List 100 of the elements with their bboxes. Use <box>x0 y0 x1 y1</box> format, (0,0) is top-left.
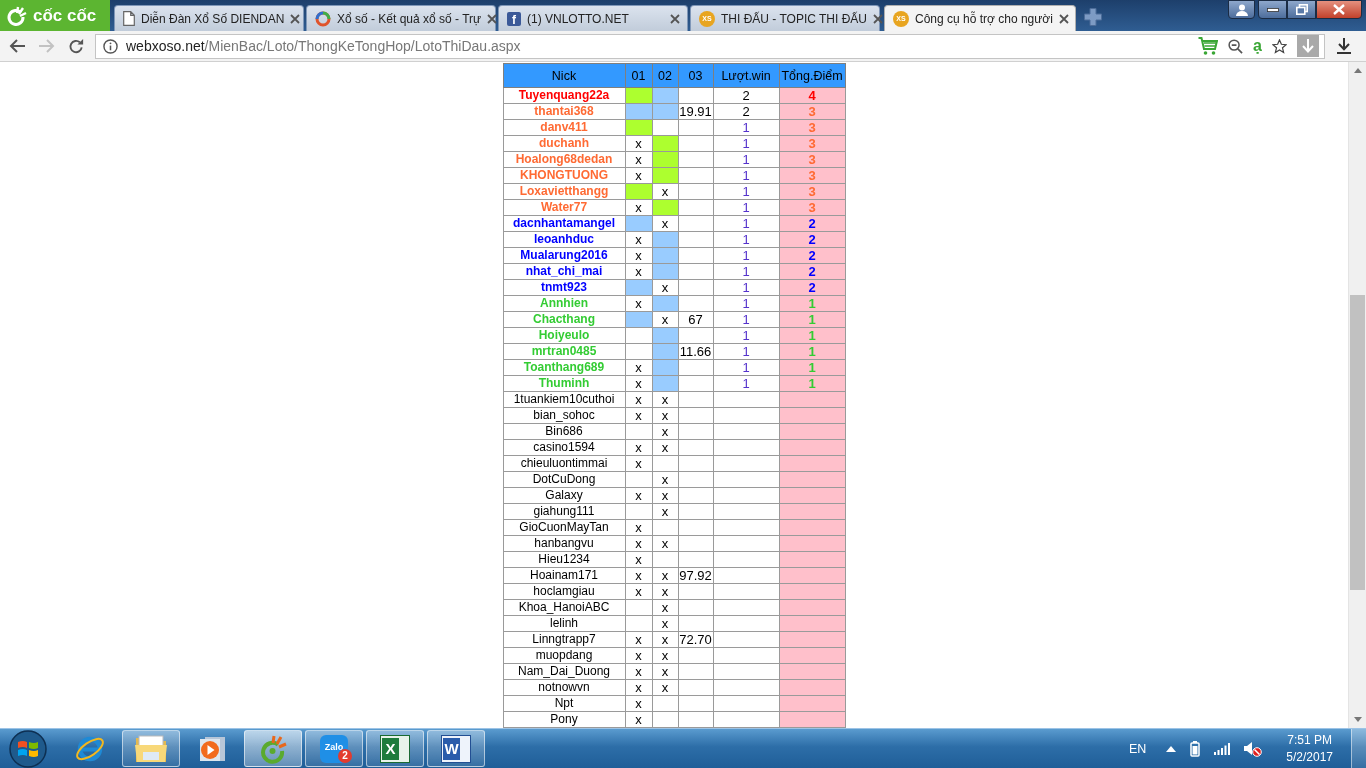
scroll-down-icon[interactable] <box>1353 717 1362 722</box>
close-icon[interactable] <box>873 13 883 24</box>
pick-cell: x <box>652 311 678 328</box>
pick-cell: x <box>625 663 652 680</box>
taskbar-button[interactable]: X <box>366 730 424 767</box>
show-hidden-icons-icon[interactable] <box>1166 745 1177 752</box>
pick-cell: x <box>652 679 678 696</box>
language-indicator[interactable]: EN <box>1128 741 1147 756</box>
nick-cell: leoanhduc <box>503 231 625 248</box>
nick-cell: Nam_Dai_Duong <box>503 663 625 680</box>
close-icon[interactable] <box>1058 13 1069 24</box>
pick-cell: x <box>652 663 678 680</box>
battery-icon[interactable] <box>1190 740 1201 757</box>
tab-favicon: f <box>507 11 521 26</box>
pick-cell: x <box>625 247 652 264</box>
column-header: 03 <box>678 63 713 88</box>
folder-icon <box>135 734 167 763</box>
pick-cell: x <box>625 151 652 168</box>
wins-cell: 1 <box>713 279 779 296</box>
pick-cell: x <box>652 407 678 424</box>
nick-cell: Hoiyeulo <box>503 327 625 344</box>
nick-cell: Water77 <box>503 199 625 216</box>
wins-cell: 1 <box>713 231 779 248</box>
taskbar-button[interactable]: Zalo 2 <box>305 730 363 767</box>
signal-icon[interactable] <box>1214 742 1231 755</box>
wins-cell: 2 <box>713 103 779 120</box>
address-field[interactable]: webxoso.net/MienBac/Loto/ThongKeTongHop/LotoThiDau.aspx ạ <box>95 33 1325 59</box>
close-icon[interactable] <box>487 13 498 24</box>
nick-cell: hanbangvu <box>503 535 625 552</box>
nick-cell: duchanh <box>503 135 625 152</box>
pick-cell: x <box>625 455 652 472</box>
nick-cell: Thuminh <box>503 375 625 392</box>
show-desktop-button[interactable] <box>1351 729 1366 768</box>
down-arrow-icon <box>1302 39 1314 53</box>
pick-cell: x <box>625 519 652 536</box>
nick-cell: GioCuonMayTan <box>503 519 625 536</box>
zoom-out-icon[interactable] <box>1228 38 1244 54</box>
nick-cell: Pony <box>503 711 625 728</box>
pick-cell: x <box>625 359 652 376</box>
pick-cell: x <box>625 199 652 216</box>
close-icon <box>1333 4 1345 15</box>
nick-cell: Hoainam171 <box>503 567 625 584</box>
page-icon <box>123 11 135 26</box>
pick-cell: 11.66 <box>678 343 713 360</box>
profile-button[interactable] <box>1228 0 1255 19</box>
pick-cell: x <box>625 167 652 184</box>
minimize-icon <box>1266 7 1279 12</box>
column-header: Lượt.win <box>713 63 779 88</box>
pick-cell: x <box>625 231 652 248</box>
reload-icon[interactable] <box>68 37 85 55</box>
taskbar-button[interactable] <box>122 730 180 767</box>
pick-cell: x <box>625 407 652 424</box>
back-icon[interactable] <box>8 38 26 54</box>
column-header: Tổng.Điểm <box>779 63 845 88</box>
downloads-icon[interactable] <box>1337 38 1351 54</box>
browser-tab[interactable]: Diễn Đàn Xổ Số DIENDAN <box>114 5 304 31</box>
wins-cell: 1 <box>713 119 779 136</box>
wins-cell: 1 <box>713 167 779 184</box>
browser-tab[interactable]: Xổ số - Kết quả xổ số - Trự <box>306 5 496 31</box>
cart-icon[interactable] <box>1198 36 1219 56</box>
column-header: 01 <box>625 63 652 88</box>
pick-cell: x <box>625 679 652 696</box>
close-icon[interactable] <box>670 13 680 24</box>
pick-cell: x <box>625 631 652 648</box>
notification-count: 2 <box>338 749 352 763</box>
logo-icon <box>5 4 27 27</box>
wins-cell: 1 <box>713 215 779 232</box>
close-icon[interactable] <box>290 13 301 24</box>
taskbar-button[interactable] <box>244 730 302 767</box>
pick-cell: x <box>652 439 678 456</box>
spreadsheet-app-tile: X <box>380 734 410 763</box>
wins-cell: 1 <box>713 311 779 328</box>
close-window-button[interactable] <box>1316 0 1362 19</box>
scroll-up-icon[interactable] <box>1353 68 1362 73</box>
ring-logo-icon <box>258 733 288 764</box>
pick-cell: x <box>652 279 678 296</box>
new-tab-icon[interactable] <box>1084 7 1102 26</box>
nick-cell: nhat_chi_mai <box>503 263 625 280</box>
pick-cell: 97.92 <box>678 567 713 584</box>
clock-button[interactable]: 7:51 PM 5/2/2017 <box>1282 731 1337 766</box>
nick-cell: DotCuDong <box>503 471 625 488</box>
scrollbar-track[interactable] <box>1348 62 1366 728</box>
browser-tab[interactable]: f (1) VNLOTTO.NET <box>498 5 688 31</box>
wins-cell: 1 <box>713 263 779 280</box>
pick-cell: x <box>652 583 678 600</box>
nick-cell: Mualarung2016 <box>503 247 625 264</box>
pick-cell: x <box>625 711 652 728</box>
restore-button[interactable] <box>1287 0 1316 19</box>
speaker-icon[interactable] <box>1244 740 1263 757</box>
pick-cell: x <box>625 263 652 280</box>
pick-cell: x <box>652 631 678 648</box>
minimize-button[interactable] <box>1258 0 1287 19</box>
taskbar-button[interactable]: W <box>427 730 485 767</box>
nick-cell: hoclamgiau <box>503 583 625 600</box>
nick-cell: Linngtrapp7 <box>503 631 625 648</box>
url-text: webxoso.net/MienBac/Loto/ThongKeTongHop/LotoThiDau.aspx <box>126 38 521 54</box>
nick-cell: muopdang <box>503 647 625 664</box>
scrollbar-thumb[interactable] <box>1350 295 1365 590</box>
star-icon[interactable] <box>1272 38 1287 54</box>
nick-cell: 1tuankiem10cuthoi <box>503 391 625 408</box>
